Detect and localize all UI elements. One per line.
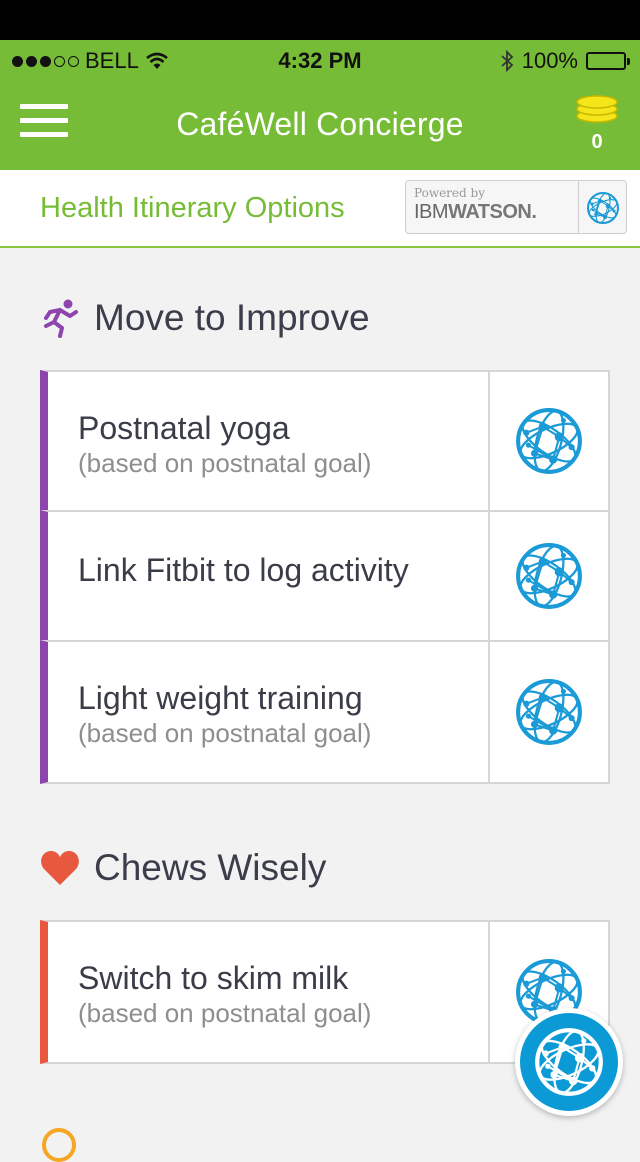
heart-icon (41, 851, 79, 885)
itinerary-item[interactable]: Link Fitbit to log activity (40, 510, 610, 642)
itinerary-item[interactable]: Postnatal yoga (based on postnatal goal) (40, 370, 610, 512)
watson-action-button[interactable] (488, 512, 608, 640)
watson-action-button[interactable] (488, 642, 608, 782)
watson-globe-icon (533, 1026, 605, 1098)
subheader-title: Health Itinerary Options (40, 192, 345, 224)
watson-fab-button[interactable] (515, 1008, 623, 1116)
watson-globe-icon (514, 541, 584, 611)
next-section-icon (42, 1128, 76, 1162)
item-subtitle: (based on postnatal goal) (78, 448, 372, 478)
coins-count: 0 (591, 131, 603, 153)
bluetooth-icon (501, 50, 514, 72)
item-title: Light weight training (78, 680, 363, 716)
subheader: Health Itinerary Options Powered by IBMW… (0, 170, 640, 248)
powered-by-label: Powered by (414, 186, 485, 200)
section-title: Move to Improve (94, 297, 370, 338)
running-person-icon (44, 299, 78, 338)
ibm-watson-badge[interactable]: Powered by IBMWATSON. (405, 180, 627, 234)
ibm-watson-logo: IBMWATSON. (414, 201, 537, 223)
watson-globe-icon (586, 191, 620, 225)
nav-bar: CaféWell Concierge 0 (0, 80, 640, 170)
item-title: Link Fitbit to log activity (78, 552, 409, 588)
item-title: Switch to skim milk (78, 960, 349, 996)
watson-globe-icon (514, 406, 584, 476)
coins-icon (576, 95, 618, 123)
watson-globe-icon (514, 677, 584, 747)
battery-icon (586, 52, 630, 70)
app-title: CaféWell Concierge (176, 106, 464, 142)
top-black-bar (0, 0, 640, 40)
itinerary-item[interactable]: Light weight training (based on postnata… (40, 640, 610, 784)
coins-button[interactable]: 0 (574, 94, 620, 154)
watson-action-button[interactable] (488, 372, 608, 510)
item-subtitle: (based on postnatal goal) (78, 718, 372, 748)
section-title: Chews Wisely (94, 847, 327, 888)
section-header-move: Move to Improve (40, 297, 370, 339)
item-title: Postnatal yoga (78, 410, 290, 446)
status-bar: BELL 4:32 PM 100% (0, 40, 640, 80)
section-header-chews: Chews Wisely (40, 847, 326, 889)
item-subtitle: (based on postnatal goal) (78, 998, 372, 1028)
battery-percent: 100% (521, 48, 578, 73)
